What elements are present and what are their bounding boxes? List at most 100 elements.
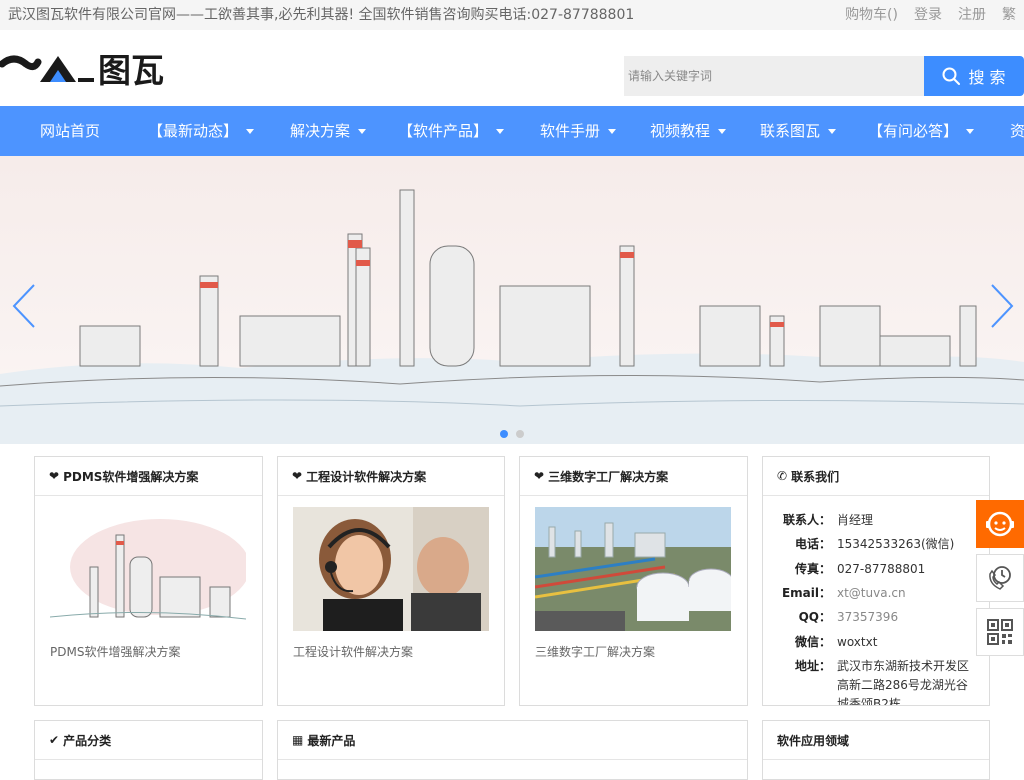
qr-code-icon bbox=[987, 619, 1013, 645]
contact-row-qq: QQ： 37357396 bbox=[763, 608, 989, 627]
traditional-chinese-link[interactable]: 繁 bbox=[1002, 0, 1016, 30]
solution-card-engineering[interactable]: ❤ 工程设计软件解决方案 工程设计软件解决方案 bbox=[277, 456, 505, 706]
contact-row-phone: 电话： 15342533263(微信) bbox=[763, 535, 989, 554]
contact-key: Email： bbox=[781, 586, 831, 600]
latest-products-card: ▦ 最新产品 bbox=[277, 720, 748, 780]
search-button[interactable]: 搜 索 bbox=[924, 56, 1024, 96]
contact-key: 联系人： bbox=[782, 513, 831, 527]
caret-down-icon bbox=[496, 128, 505, 134]
register-link[interactable]: 注册 bbox=[958, 0, 986, 30]
site-logo[interactable]: 图瓦 bbox=[0, 50, 176, 90]
check-icon: ✔ bbox=[49, 733, 60, 747]
contact-value[interactable]: 15342533263(微信) bbox=[831, 535, 971, 554]
online-service-button[interactable] bbox=[976, 500, 1024, 548]
top-bar: 武汉图瓦软件有限公司官网——工欲善其事,必先利其器! 全国软件销售咨询购买电话:… bbox=[0, 0, 1024, 30]
nav-label: 软件手册 bbox=[540, 122, 601, 140]
logo-text: 图瓦 bbox=[98, 51, 164, 86]
hero-banner bbox=[0, 156, 1024, 444]
nav-item-manuals[interactable]: 软件手册 bbox=[540, 106, 617, 156]
qq-link[interactable]: 37357396 bbox=[831, 608, 971, 627]
nav-item-resources[interactable]: 资 bbox=[1010, 106, 1024, 156]
card-title: 产品分类 bbox=[63, 733, 112, 748]
site-slogan: 武汉图瓦软件有限公司官网——工欲善其事,必先利其器! 全国软件销售咨询购买电话:… bbox=[8, 7, 635, 23]
contact-row-wechat: 微信： woxtxt bbox=[763, 633, 989, 652]
digital-plant-image bbox=[535, 507, 731, 631]
header: 图瓦 搜 索 bbox=[0, 30, 1024, 106]
caret-down-icon bbox=[608, 128, 617, 134]
solution-card-pdms[interactable]: ❤ PDMS软件增强解决方案 PDMS软件增强解决方案 bbox=[34, 456, 263, 706]
factory-illustration bbox=[0, 156, 1024, 444]
caret-down-icon bbox=[358, 128, 367, 134]
card-header: ✆ 联系我们 bbox=[763, 457, 989, 496]
contact-key: 微信： bbox=[794, 635, 831, 649]
nav-label: 【最新动态】 bbox=[148, 122, 239, 140]
cart-link[interactable]: 购物车() bbox=[845, 0, 898, 30]
slide-dot-1[interactable] bbox=[500, 430, 508, 438]
caret-down-icon bbox=[718, 128, 727, 134]
contact-card: ✆ 联系我们 联系人： 肖经理 电话： 15342533263(微信) 传真： 027… bbox=[762, 456, 990, 706]
contact-value: 武汉市东湖新技术开发区高新二路286号龙湖光谷城香颂B2栋 bbox=[837, 659, 970, 706]
next-slide-icon[interactable] bbox=[986, 281, 1016, 331]
email-link[interactable]: xt@tuva.cn bbox=[831, 584, 971, 603]
nav-item-solutions[interactable]: 解决方案 bbox=[290, 106, 367, 156]
card-caption[interactable]: PDMS软件增强解决方案 bbox=[50, 643, 180, 660]
caret-down-icon bbox=[966, 128, 975, 134]
contact-value: 肖经理 bbox=[837, 513, 874, 527]
nav-item-products[interactable]: 【软件产品】 bbox=[398, 106, 505, 156]
customer-service-icon bbox=[986, 511, 1014, 537]
search-button-label: 搜 索 bbox=[968, 68, 1006, 87]
contact-key: 传真： bbox=[794, 562, 831, 576]
caret-down-icon bbox=[246, 128, 255, 134]
slide-dot-2[interactable] bbox=[516, 430, 524, 438]
main-nav: 网站首页 【最新动态】 解决方案 【软件产品】 软件手册 视频教程 联系图瓦 【… bbox=[0, 106, 1024, 156]
card-title: 三维数字工厂解决方案 bbox=[548, 469, 669, 484]
nav-label: 解决方案 bbox=[290, 122, 351, 140]
contact-row-person: 联系人： 肖经理 bbox=[763, 511, 989, 530]
card-image[interactable] bbox=[293, 507, 489, 631]
card-caption[interactable]: 三维数字工厂解决方案 bbox=[535, 643, 655, 660]
nav-item-news[interactable]: 【最新动态】 bbox=[148, 106, 255, 156]
card-header: ▦ 最新产品 bbox=[278, 721, 747, 760]
card-title: 最新产品 bbox=[307, 733, 356, 748]
heart-icon: ❤ bbox=[49, 469, 60, 483]
card-header: ❤ PDMS软件增强解决方案 bbox=[35, 457, 262, 496]
nav-item-contact[interactable]: 联系图瓦 bbox=[760, 106, 837, 156]
contact-key: 地址： bbox=[794, 659, 831, 673]
nav-label: 视频教程 bbox=[650, 122, 711, 140]
solution-card-digital-factory[interactable]: ❤ 三维数字工厂解决方案 三维数字工厂解决方案 bbox=[519, 456, 748, 706]
product-categories-card: ✔ 产品分类 bbox=[34, 720, 263, 780]
card-header: ❤ 工程设计软件解决方案 bbox=[278, 457, 504, 496]
contact-row-email: Email： xt@tuva.cn bbox=[763, 584, 989, 603]
prev-slide-icon[interactable] bbox=[10, 281, 40, 331]
phone-call-button[interactable] bbox=[976, 554, 1024, 602]
contact-key: QQ： bbox=[798, 610, 831, 624]
card-image[interactable] bbox=[535, 507, 731, 631]
nav-item-videos[interactable]: 视频教程 bbox=[650, 106, 727, 156]
nav-label: 【有问必答】 bbox=[868, 122, 959, 140]
logo-mark: 图瓦 bbox=[0, 51, 164, 90]
card-header: 软件应用领域 bbox=[763, 721, 989, 760]
card-image[interactable] bbox=[50, 507, 246, 631]
search-box: 搜 索 bbox=[624, 56, 1024, 96]
contact-row-fax: 传真： 027-87788801 bbox=[763, 560, 989, 579]
login-link[interactable]: 登录 bbox=[914, 0, 942, 30]
nav-item-home[interactable]: 网站首页 bbox=[40, 106, 100, 156]
nav-item-faq[interactable]: 【有问必答】 bbox=[868, 106, 975, 156]
heart-icon: ❤ bbox=[292, 469, 303, 483]
contact-value: woxtxt bbox=[837, 635, 878, 649]
search-input[interactable] bbox=[624, 56, 924, 96]
card-title: 工程设计软件解决方案 bbox=[306, 469, 427, 484]
card-header: ✔ 产品分类 bbox=[35, 721, 262, 760]
contact-value: 027-87788801 bbox=[837, 562, 926, 576]
nav-label: 联系图瓦 bbox=[760, 122, 821, 140]
phone-clock-icon bbox=[989, 566, 1011, 590]
search-icon bbox=[942, 67, 961, 85]
phone-icon: ✆ bbox=[777, 469, 788, 483]
qr-code-button[interactable] bbox=[976, 608, 1024, 656]
card-caption[interactable]: 工程设计软件解决方案 bbox=[293, 643, 413, 660]
nav-label: 【软件产品】 bbox=[398, 122, 489, 140]
nav-label: 网站首页 bbox=[40, 122, 101, 140]
contact-key: 电话： bbox=[794, 537, 831, 551]
card-title: 软件应用领域 bbox=[777, 733, 850, 748]
top-links: 购物车() 登录 注册 繁 bbox=[845, 0, 1016, 30]
